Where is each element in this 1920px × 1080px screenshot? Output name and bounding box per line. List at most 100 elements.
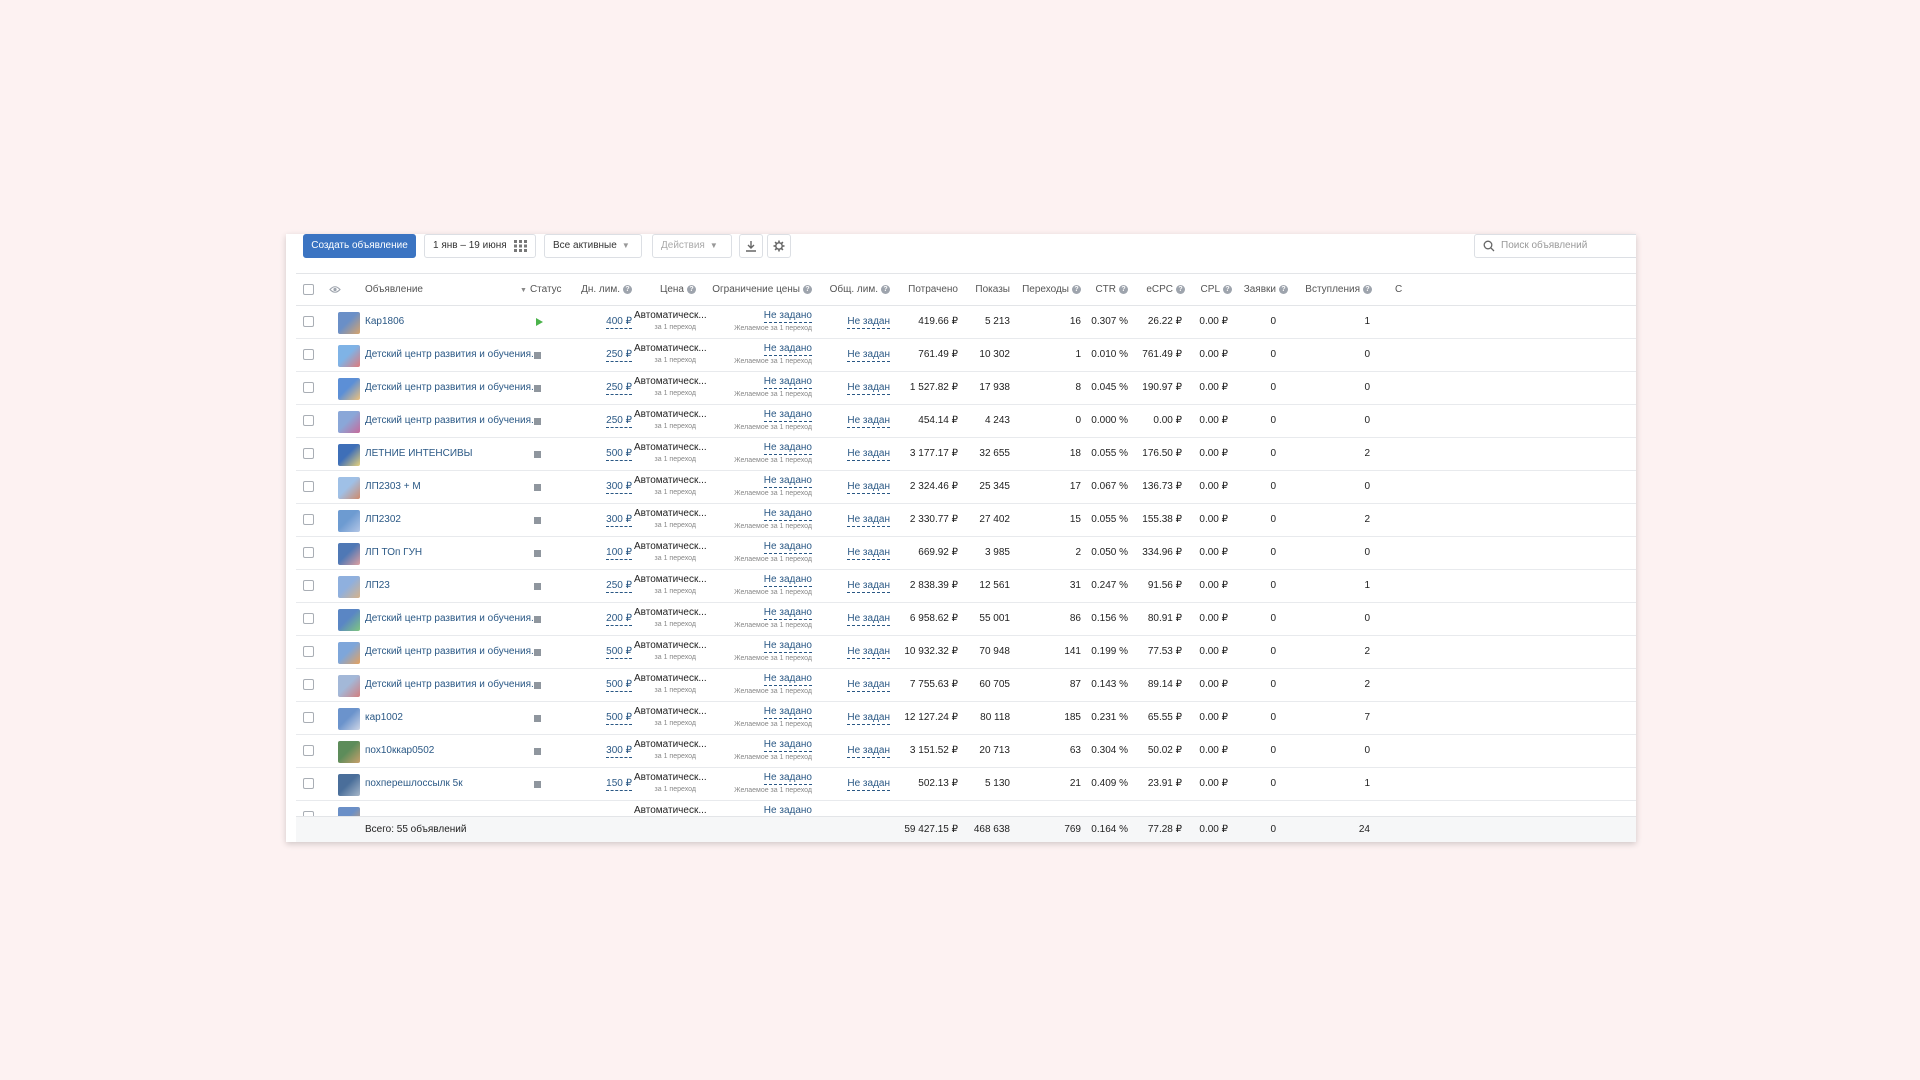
ad-name-link[interactable]: Детский центр развития и обучения... [365, 636, 545, 668]
total-limit-link[interactable]: Не задан [847, 679, 890, 692]
daily-limit-link[interactable]: 300 ₽ [606, 481, 632, 494]
row-checkbox[interactable] [303, 349, 314, 360]
price-limit-link[interactable]: Не задано [763, 343, 812, 356]
price-limit-link[interactable]: Не задано [763, 541, 812, 554]
table-row[interactable]: Детский центр развития и обучения... Авто… [296, 636, 1636, 669]
column-next[interactable]: С [1395, 274, 1402, 306]
price-limit-link[interactable]: Не задано [763, 310, 812, 323]
total-limit-link[interactable]: Не задан [847, 382, 890, 395]
daily-limit-link[interactable]: 500 ₽ [606, 448, 632, 461]
eye-icon[interactable] [329, 285, 341, 294]
row-checkbox[interactable] [303, 514, 314, 525]
total-limit-link[interactable]: Не задан [847, 316, 890, 329]
column-spent[interactable]: Потрачено [892, 274, 958, 306]
daily-limit-link[interactable]: 500 ₽ [606, 646, 632, 659]
total-limit-link[interactable]: Не задан [847, 778, 890, 791]
ad-name-link[interactable]: ЛП ТОп ГУН [365, 537, 545, 569]
stop-icon[interactable] [534, 616, 541, 623]
ad-name-link[interactable]: пох10ккар0502 [365, 735, 545, 767]
total-limit-link[interactable]: Не задан [847, 415, 890, 428]
stop-icon[interactable] [534, 418, 541, 425]
price-limit-link[interactable]: Не задано [763, 574, 812, 587]
row-checkbox[interactable] [303, 778, 314, 789]
table-row[interactable]: Детский центр развития и обучения... Авто… [296, 603, 1636, 636]
ad-name-link[interactable]: похперешлоссылк 5к [365, 768, 545, 800]
price-limit-link[interactable]: Не задано [763, 607, 812, 620]
help-icon[interactable]: ? [1176, 285, 1185, 294]
total-limit-link[interactable]: Не задан [847, 646, 890, 659]
daily-limit-link[interactable]: 500 ₽ [606, 679, 632, 692]
price-limit-link[interactable]: Не задано [763, 508, 812, 521]
table-row[interactable]: ЛП2303 + М Автоматическ... за 1 переход Не … [296, 471, 1636, 504]
help-icon[interactable]: ? [803, 285, 812, 294]
price-limit-link[interactable]: Не задано [763, 772, 812, 785]
ad-thumbnail[interactable] [338, 378, 360, 400]
table-row[interactable]: ЛЕТНИЕ ИНТЕНСИВЫ Автоматическ... за 1 пере… [296, 438, 1636, 471]
actions-dropdown[interactable]: Действия ▼ [652, 234, 732, 258]
row-checkbox[interactable] [303, 613, 314, 624]
price-limit-link[interactable]: Не задано [764, 805, 812, 816]
row-checkbox[interactable] [303, 679, 314, 690]
ad-thumbnail[interactable] [338, 510, 360, 532]
stop-icon[interactable] [534, 385, 541, 392]
total-limit-link[interactable]: Не задан [847, 745, 890, 758]
help-icon[interactable]: ? [623, 285, 632, 294]
ad-thumbnail[interactable] [338, 345, 360, 367]
stop-icon[interactable] [534, 748, 541, 755]
search-input[interactable]: Поиск объявлений [1474, 234, 1636, 258]
row-checkbox[interactable] [303, 547, 314, 558]
select-all-checkbox[interactable] [303, 284, 314, 295]
stop-icon[interactable] [534, 352, 541, 359]
column-impressions[interactable]: Показы [956, 274, 1010, 306]
row-checkbox[interactable] [303, 316, 314, 327]
table-row[interactable]: ЛП ТОп ГУН Автоматическ... за 1 переход Не … [296, 537, 1636, 570]
daily-limit-link[interactable]: 500 ₽ [606, 712, 632, 725]
daily-limit-link[interactable]: 250 ₽ [606, 382, 632, 395]
daily-limit-link[interactable]: 200 ₽ [606, 613, 632, 626]
table-row[interactable]: Детский центр развития и обучения... Авто… [296, 405, 1636, 438]
ad-thumbnail[interactable] [338, 642, 360, 664]
ad-name-link[interactable]: Кар1806 [365, 306, 545, 338]
help-icon[interactable]: ? [881, 285, 890, 294]
price-limit-link[interactable]: Не задано [763, 475, 812, 488]
stop-icon[interactable] [534, 451, 541, 458]
ad-thumbnail[interactable] [338, 312, 360, 334]
column-joins[interactable]: Вступления? [1296, 274, 1372, 306]
price-limit-link[interactable]: Не задано [763, 640, 812, 653]
ad-name-link[interactable]: Детский центр развития и обучения... [365, 603, 545, 635]
ad-name-link[interactable]: Детский центр развития и обучения... [365, 669, 545, 701]
daily-limit-link[interactable]: 250 ₽ [606, 415, 632, 428]
column-cpl[interactable]: CPL? [1188, 274, 1232, 306]
ad-name-link[interactable]: кар1002 [365, 702, 545, 734]
ad-name-link[interactable]: ЛП2303 + М [365, 471, 545, 503]
total-limit-link[interactable]: Не задан [847, 514, 890, 527]
row-checkbox[interactable] [303, 580, 314, 591]
price-limit-link[interactable]: Не задано [763, 739, 812, 752]
help-icon[interactable]: ? [687, 285, 696, 294]
stop-icon[interactable] [534, 583, 541, 590]
row-checkbox[interactable] [303, 646, 314, 657]
ad-name-link[interactable]: Детский центр развития и обучения... [365, 372, 545, 404]
ad-thumbnail[interactable] [338, 444, 360, 466]
table-row[interactable]: похперешлоссылк 5к Автоматическ... за 1 пе… [296, 768, 1636, 801]
total-limit-link[interactable]: Не задан [847, 547, 890, 560]
total-limit-link[interactable]: Не задан [847, 349, 890, 362]
price-limit-link[interactable]: Не задано [763, 706, 812, 719]
table-row[interactable]: Детский центр развития и обучения... Авто… [296, 339, 1636, 372]
ad-thumbnail[interactable] [338, 411, 360, 433]
create-ad-button[interactable]: Создать объявление [303, 234, 416, 258]
help-icon[interactable]: ? [1279, 285, 1288, 294]
help-icon[interactable]: ? [1072, 285, 1081, 294]
ad-thumbnail[interactable] [338, 807, 360, 816]
column-total-limit[interactable]: Общ. лим.? [816, 274, 890, 306]
price-limit-link[interactable]: Не задано [763, 409, 812, 422]
column-ctr[interactable]: CTR? [1082, 274, 1128, 306]
ad-thumbnail[interactable] [338, 477, 360, 499]
total-limit-link[interactable]: Не задан [847, 481, 890, 494]
stop-icon[interactable] [534, 484, 541, 491]
ad-thumbnail[interactable] [338, 774, 360, 796]
row-checkbox[interactable] [303, 712, 314, 723]
table-row[interactable]: ЛП23 Автоматическ... за 1 переход Не задано… [296, 570, 1636, 603]
ad-thumbnail[interactable] [338, 576, 360, 598]
stop-icon[interactable] [534, 550, 541, 557]
